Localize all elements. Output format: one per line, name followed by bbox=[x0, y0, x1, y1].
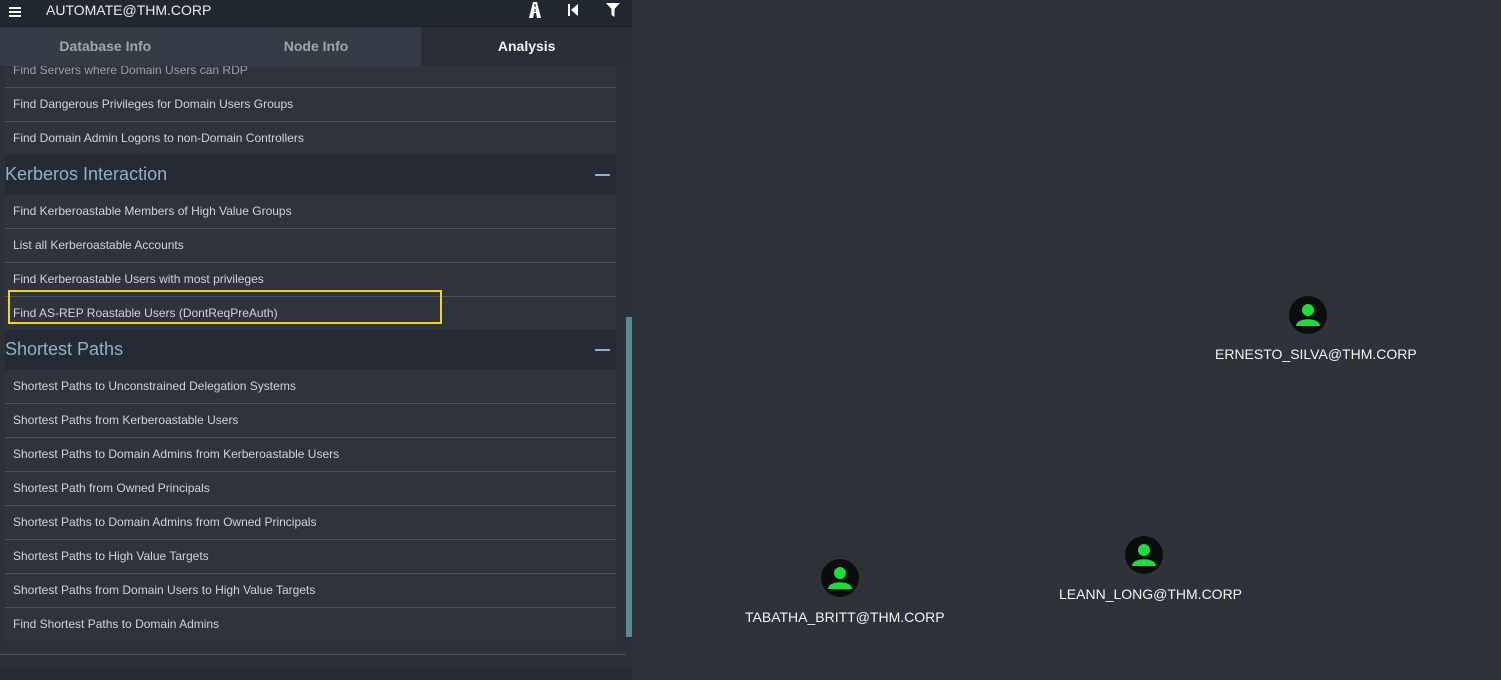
query-dangerous-privileges[interactable]: Find Dangerous Privileges for Domain Use… bbox=[5, 88, 616, 122]
section-shortest-paths[interactable]: Shortest Paths bbox=[5, 330, 616, 370]
section-kerberos-interaction[interactable]: Kerberos Interaction bbox=[5, 155, 616, 195]
step-back-icon[interactable] bbox=[563, 1, 583, 19]
search-bar bbox=[0, 0, 632, 27]
query-sp-da-from-owned[interactable]: Shortest Paths to Domain Admins from Own… bbox=[5, 506, 616, 540]
tab-bar: Database Info Node Info Analysis bbox=[0, 27, 632, 66]
user-icon bbox=[821, 559, 859, 597]
user-icon bbox=[1125, 536, 1163, 574]
query-sp-from-kerberoastable[interactable]: Shortest Paths from Kerberoastable Users bbox=[5, 404, 616, 438]
node-label: ERNESTO_SILVA@THM.CORP bbox=[1215, 346, 1417, 362]
graph-node-tabatha-britt[interactable]: TABATHA_BRITT@THM.CORP bbox=[745, 559, 945, 625]
query-da-logons[interactable]: Find Domain Admin Logons to non-Domain C… bbox=[5, 122, 616, 155]
query-sp-high-value[interactable]: Shortest Paths to High Value Targets bbox=[5, 540, 616, 574]
user-icon bbox=[1289, 296, 1327, 334]
query-find-servers-rdp[interactable]: Find Servers where Domain Users can RDP bbox=[5, 66, 616, 88]
query-sp-unconstrained[interactable]: Shortest Paths to Unconstrained Delegati… bbox=[5, 370, 616, 404]
collapse-minus-icon[interactable] bbox=[595, 349, 610, 351]
query-list: Find Servers where Domain Users can RDP … bbox=[5, 66, 616, 641]
pathfinding-road-icon[interactable] bbox=[525, 1, 545, 19]
graph-node-ernesto-silva[interactable]: ERNESTO_SILVA@THM.CORP bbox=[1215, 296, 1417, 362]
divider bbox=[0, 654, 626, 655]
collapse-minus-icon[interactable] bbox=[595, 174, 610, 176]
tab-database-info[interactable]: Database Info bbox=[0, 27, 211, 66]
tab-node-info[interactable]: Node Info bbox=[210, 27, 422, 66]
query-kerberoastable-hv-groups[interactable]: Find Kerberoastable Members of High Valu… bbox=[5, 195, 616, 229]
sidebar: Database Info Node Info Analysis Find Se… bbox=[0, 0, 632, 680]
analysis-panel: Find Servers where Domain Users can RDP … bbox=[0, 66, 626, 668]
section-title: Shortest Paths bbox=[5, 339, 124, 359]
search-input[interactable] bbox=[38, 0, 514, 20]
hamburger-menu-icon[interactable] bbox=[8, 4, 22, 20]
query-asrep-roastable[interactable]: Find AS-REP Roastable Users (DontReqPreA… bbox=[5, 297, 616, 330]
node-label: LEANN_LONG@THM.CORP bbox=[1059, 586, 1243, 602]
query-sp-da-from-kerberoastable[interactable]: Shortest Paths to Domain Admins from Ker… bbox=[5, 438, 616, 472]
graph-node-leann-long[interactable]: LEANN_LONG@THM.CORP bbox=[1059, 536, 1243, 602]
filter-icon[interactable] bbox=[603, 1, 623, 19]
section-title: Kerberos Interaction bbox=[5, 164, 168, 184]
sidebar-footer bbox=[0, 668, 632, 680]
tab-analysis[interactable]: Analysis bbox=[421, 27, 632, 66]
query-sp-from-owned[interactable]: Shortest Path from Owned Principals bbox=[5, 472, 616, 506]
query-kerberoastable-privileges[interactable]: Find Kerberoastable Users with most priv… bbox=[5, 263, 616, 297]
graph-canvas[interactable]: ERNESTO_SILVA@THM.CORP LEANN_LONG@THM.CO… bbox=[632, 0, 1501, 680]
query-list-kerberoastable[interactable]: List all Kerberoastable Accounts bbox=[5, 229, 616, 263]
query-sp-domain-users-hv[interactable]: Shortest Paths from Domain Users to High… bbox=[5, 574, 616, 608]
query-sp-domain-admins[interactable]: Find Shortest Paths to Domain Admins bbox=[5, 608, 616, 641]
node-label: TABATHA_BRITT@THM.CORP bbox=[745, 609, 945, 625]
